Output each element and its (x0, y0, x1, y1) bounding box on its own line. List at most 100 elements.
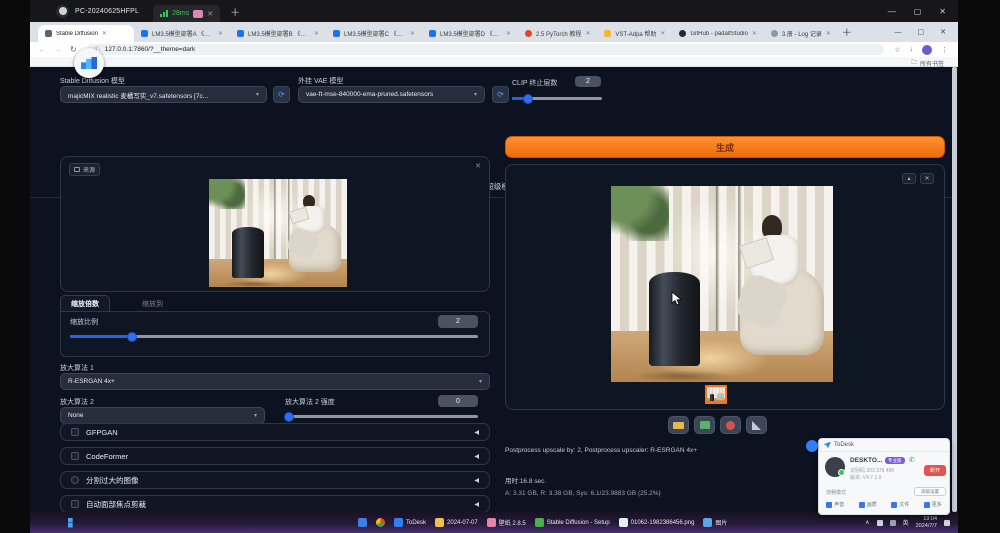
tab-close-icon[interactable]: ✕ (826, 30, 831, 37)
forward-icon[interactable]: → (54, 45, 62, 54)
sd-model-refresh-button[interactable]: ⟳ (273, 86, 290, 103)
photos-icon (619, 518, 628, 527)
task-view-icon[interactable] (358, 518, 367, 527)
tab-close-icon[interactable]: ✕ (752, 30, 757, 37)
maximize-icon[interactable]: ▢ (918, 28, 925, 36)
browser-tab-active[interactable]: Stable Diffusion ✕ (38, 25, 134, 42)
browser-tab[interactable]: LM3.5模型部署A 《知乎》✕ (134, 25, 230, 42)
send-to-img2img-button[interactable] (720, 416, 741, 434)
upscaler2-dropdown[interactable]: None ▾ (60, 407, 265, 424)
clip-skip-value[interactable]: 2 (575, 76, 601, 87)
fullscreen-icon[interactable]: ▴ (902, 173, 916, 184)
checkbox[interactable] (71, 428, 79, 436)
todesk-floating-ball[interactable] (806, 440, 818, 452)
browser-tab[interactable]: VST-Adpa 帮助✕ (597, 25, 672, 42)
new-tab-button[interactable]: ＋ (842, 24, 852, 39)
voice-call-icon[interactable]: ✆ (909, 456, 915, 464)
clip-skip-slider[interactable] (512, 97, 602, 100)
checkbox[interactable] (71, 500, 79, 508)
tab-close-icon[interactable]: ✕ (660, 30, 665, 37)
tab-close-icon[interactable]: ✕ (102, 30, 107, 37)
reload-icon[interactable]: ↻ (70, 45, 77, 54)
quality-toggle[interactable]: 画质 (859, 501, 877, 508)
checkbox[interactable] (71, 452, 79, 460)
taskbar-image-file[interactable]: 01062-1982386456.png (619, 518, 695, 527)
browser-tab[interactable]: 2.5 PyTorch 教程✕ (518, 25, 597, 42)
output-image[interactable] (611, 186, 833, 382)
generate-button[interactable]: 生成 (505, 136, 945, 158)
minimize-icon[interactable]: — (888, 7, 896, 16)
collapse-icon[interactable]: ◀ (474, 477, 479, 484)
browser-tab[interactable]: 3.册 - Log 记录✕ (764, 25, 838, 42)
accordion-split-oversized[interactable]: 分割过大的图像 ◀ (60, 471, 490, 489)
browser-tab[interactable]: LM3.5模型部署D 《知乎》✕ (422, 25, 518, 42)
back-icon[interactable]: ← (38, 45, 46, 54)
gallery-thumbnail-selected[interactable] (705, 385, 727, 404)
tab-scale-by[interactable]: 缩放倍数 (60, 295, 110, 312)
upscaler1-dropdown[interactable]: R-ESRGAN 4x+ ▾ (60, 373, 490, 390)
vae-dropdown[interactable]: vae-ft-mse-840000-ema-pruned.safetensors… (298, 86, 485, 103)
tray-chevron-icon[interactable]: ∧ (865, 519, 869, 526)
checkbox[interactable] (71, 476, 79, 484)
more-toggle[interactable]: 更多 (924, 501, 942, 508)
taskbar-wallpaper-app[interactable]: 壁纸 2.8.5 (487, 518, 526, 527)
taskbar-todesk[interactable]: ToDesk (394, 518, 426, 527)
source-image[interactable] (209, 179, 347, 287)
collapse-icon[interactable]: ◀ (474, 453, 479, 460)
page-scrollbar[interactable] (952, 67, 957, 512)
scale-slider[interactable] (70, 335, 478, 338)
collapse-icon[interactable]: ◀ (474, 501, 479, 508)
tray-icon[interactable] (877, 520, 883, 526)
tab-close-icon[interactable]: ✕ (585, 30, 590, 37)
scale-value[interactable]: 2 (438, 315, 478, 328)
taskbar-pictures[interactable]: 图片 (703, 518, 727, 527)
disconnect-button[interactable]: 断开 (924, 465, 946, 476)
tab-scale-to[interactable]: 缩放到 (132, 295, 173, 312)
profile-avatar[interactable] (922, 45, 932, 55)
url-field[interactable]: ⓘ 127.0.0.1:7860/?__theme=dark (87, 44, 885, 55)
tab-close-icon[interactable]: ✕ (410, 30, 415, 37)
clear-image-icon[interactable]: ✕ (475, 162, 481, 170)
taskbar-sd-setup[interactable]: Stable Diffusion - Setup (535, 518, 610, 527)
vae-refresh-button[interactable]: ⟳ (492, 86, 509, 103)
browser-tab[interactable]: LM3.5模型部署B 《知乎》✕ (230, 25, 326, 42)
file-transfer-toggle[interactable]: 文件 (891, 501, 909, 508)
close-icon[interactable]: ✕ (940, 28, 946, 36)
chrome-icon[interactable] (376, 518, 385, 527)
clock[interactable]: 19:04 2024/7/7 (916, 516, 937, 529)
browser-tab[interactable]: GitHub - padalfStudio✕ (672, 25, 763, 42)
taskbar-folder[interactable]: 2024-07-07 (435, 518, 478, 527)
bookmark-star-icon[interactable]: ☆ (894, 46, 900, 54)
open-folder-button[interactable] (668, 416, 689, 434)
save-image-button[interactable] (694, 416, 715, 434)
source-image-panel[interactable]: 来源 ✕ (60, 156, 490, 292)
sd-model-dropdown[interactable]: majicMIX realistic 麦橘写实_v7.safetensors [… (60, 86, 267, 103)
close-output-icon[interactable]: ✕ (920, 173, 934, 184)
maximize-icon[interactable]: ▢ (914, 7, 922, 16)
sound-toggle[interactable]: 声音 (826, 501, 844, 508)
upscaler2-strength-value[interactable]: 0 (438, 395, 478, 407)
accordion-gfpgan[interactable]: GFPGAN ◀ (60, 423, 490, 441)
tab-close-icon[interactable]: ✕ (314, 30, 319, 37)
menu-kebab-icon[interactable]: ⋮ (941, 46, 948, 54)
folder-icon (435, 518, 444, 527)
session-tab[interactable]: 28ms ✕ (153, 5, 220, 22)
download-icon[interactable]: ↓ (910, 46, 914, 53)
tab-close-icon[interactable]: ✕ (218, 30, 223, 37)
send-to-extras-button[interactable] (746, 416, 767, 434)
tab-close-icon[interactable]: ✕ (506, 30, 511, 37)
advanced-settings-button[interactable]: 高级设置 (914, 487, 946, 496)
accordion-codeformer[interactable]: CodeFormer ◀ (60, 447, 490, 465)
accordion-auto-face-crop[interactable]: 自动面部焦点剪裁 ◀ (60, 495, 490, 513)
minimize-icon[interactable]: — (895, 29, 902, 36)
close-icon[interactable]: ✕ (939, 7, 946, 16)
browser-tab[interactable]: LM3.5模型部署C 《知乎》✕ (326, 25, 422, 42)
new-session-button[interactable]: ＋ (230, 4, 240, 19)
upscaler2-strength-slider[interactable] (285, 415, 478, 418)
collapse-icon[interactable]: ◀ (474, 429, 479, 436)
notification-icon[interactable] (944, 520, 950, 526)
start-button[interactable] (68, 518, 78, 528)
session-close-icon[interactable]: ✕ (207, 10, 213, 18)
input-language[interactable]: 英 (903, 518, 909, 527)
tray-icon[interactable] (890, 520, 896, 526)
